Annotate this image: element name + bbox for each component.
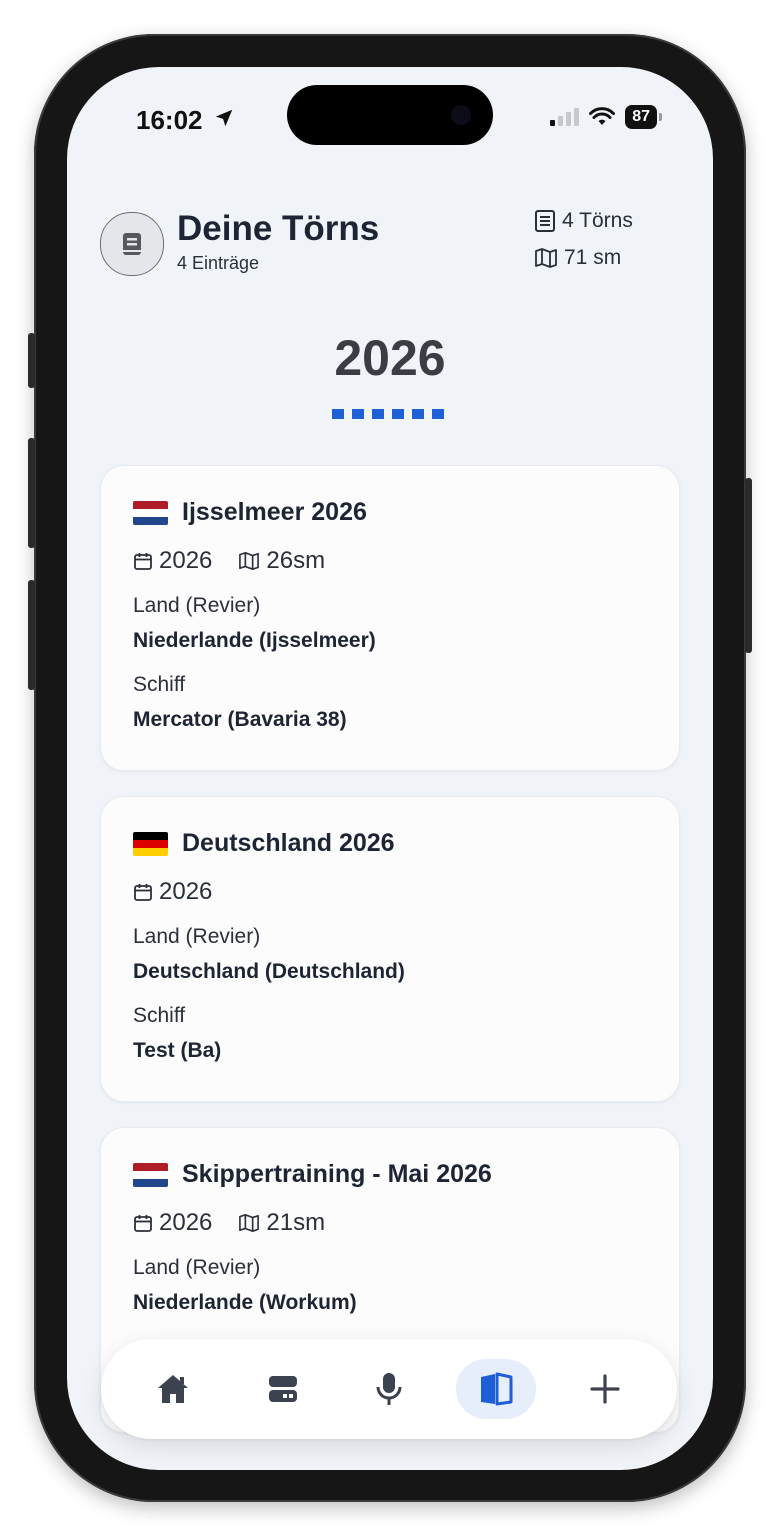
logbook-avatar[interactable] [100, 212, 164, 276]
map-icon [239, 552, 260, 570]
netherlands-flag-icon [133, 500, 168, 525]
book-icon [123, 233, 141, 255]
map-icon [535, 248, 557, 268]
ship-label: Schiff [133, 1004, 186, 1027]
trip-title: Ijsselmeer 2026 [182, 498, 367, 526]
home-icon [158, 1375, 188, 1403]
dynamic-island [287, 85, 493, 145]
trip-year: 2026 [159, 1209, 213, 1236]
ship-label: Schiff [133, 673, 186, 696]
stat-distance-label: 71 sm [564, 246, 622, 269]
trip-distance: 21sm [266, 1209, 326, 1236]
stat-trips: 4 Törns [534, 209, 633, 233]
trip-year: 2026 [159, 878, 213, 905]
land-value: Deutschland (Deutschland) [133, 960, 405, 983]
action-button [28, 333, 35, 388]
stat-distance: 71 sm [534, 246, 621, 270]
entries-count: 4 Einträge [177, 253, 260, 273]
calendar-icon [134, 553, 152, 570]
signal-icon [550, 108, 580, 126]
trip-title: Deutschland 2026 [182, 829, 395, 857]
app-screen: 16:02 87 Deine Törns 4 Einträge 4 Törns … [67, 67, 713, 1470]
nav-add[interactable] [565, 1359, 645, 1419]
map-icon [239, 1214, 260, 1232]
nav-logbook[interactable] [456, 1359, 536, 1419]
microphone-icon [376, 1373, 402, 1405]
land-value: Niederlande (Ijsselmeer) [133, 629, 376, 652]
volume-up-button [28, 438, 35, 548]
status-time: 16:02 [136, 105, 203, 135]
netherlands-flag-icon [133, 1162, 168, 1187]
battery-indicator: 87 [625, 105, 662, 129]
location-arrow-icon [213, 107, 235, 134]
nav-home[interactable] [133, 1359, 213, 1419]
land-label: Land (Revier) [133, 594, 261, 617]
calendar-icon [134, 1215, 152, 1232]
year-heading: 2026 [334, 330, 446, 386]
page-title: Deine Törns [177, 209, 380, 248]
list-icon [535, 210, 555, 232]
trip-card[interactable]: Deutschland 2026 2026 Land (Revier) Deut… [100, 796, 680, 1102]
ship-value: Test (Ba) [133, 1039, 222, 1062]
land-label: Land (Revier) [133, 925, 261, 948]
land-label: Land (Revier) [133, 1256, 261, 1279]
boat-icon [269, 1376, 297, 1402]
nav-voice[interactable] [349, 1359, 429, 1419]
volume-down-button [28, 580, 35, 690]
calendar-icon [134, 884, 152, 901]
logbook-icon [481, 1372, 513, 1406]
nav-boat[interactable] [243, 1359, 323, 1419]
ship-value: Mercator (Bavaria 38) [133, 708, 347, 731]
trip-card[interactable]: Ijsselmeer 2026 2026 26sm Land (Revier) … [100, 465, 680, 771]
power-button [745, 478, 752, 653]
plus-icon [590, 1374, 620, 1404]
year-underline [332, 409, 444, 419]
status-indicators: 87 [550, 105, 662, 129]
land-value: Niederlande (Workum) [133, 1291, 357, 1314]
trip-title: Skippertraining - Mai 2026 [182, 1160, 492, 1188]
trip-distance: 26sm [266, 547, 326, 574]
trip-year: 2026 [159, 547, 213, 574]
stat-trips-label: 4 Törns [562, 209, 633, 232]
germany-flag-icon [133, 831, 168, 856]
wifi-icon [589, 107, 616, 125]
bottom-nav [101, 1339, 677, 1439]
